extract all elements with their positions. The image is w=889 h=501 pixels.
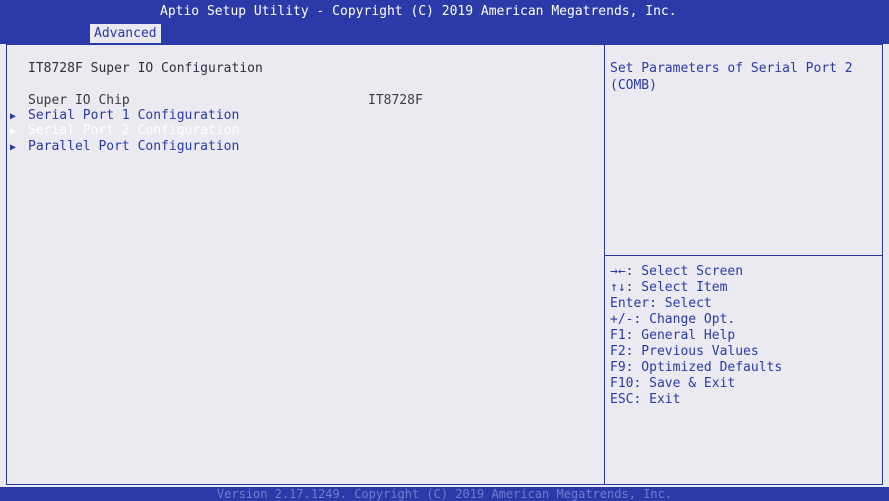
key-hint: →←: Select Screen [610,264,744,279]
menu-item-parallel-port[interactable]: ▶ Parallel Port Configuration [10,138,239,156]
menu-item-label: Serial Port 1 Configuration [28,108,240,123]
key-hint: F9: Optimized Defaults [610,360,783,375]
tab-advanced[interactable]: Advanced [90,24,161,43]
key-hint: Enter: Select [610,296,712,311]
key-hint: ↑↓: Select Item [610,280,728,295]
page-title: IT8728F Super IO Configuration [28,61,263,76]
key-hint: ESC: Exit [610,392,681,407]
help-text: Set Parameters of Serial Port 2 (COMB) [610,61,853,93]
submenu-arrow-icon: ▶ [10,142,17,153]
key-hint: F2: Previous Values [610,344,759,359]
app-title: Aptio Setup Utility - Copyright (C) 2019… [160,4,677,19]
key-hint: F1: General Help [610,328,736,343]
super-io-chip-value: IT8728F [368,93,423,108]
key-hint: +/-: Change Opt. [610,312,736,327]
key-legend: →←: Select Screen ↑↓: Select Item Enter:… [610,264,782,408]
version-text: Version 2.17.1249. Copyright (C) 2019 Am… [216,487,673,501]
panel-divider-vertical [604,44,605,485]
panel-divider-horizontal [605,255,882,256]
title-bar: Aptio Setup Utility - Copyright (C) 2019… [0,0,889,44]
menu-item-label: Serial Port 2 Configuration [28,123,240,138]
status-bar: Version 2.17.1249. Copyright (C) 2019 Am… [0,487,889,501]
menu-item-label: Parallel Port Configuration [28,139,240,154]
key-hint: F10: Save & Exit [610,376,736,391]
